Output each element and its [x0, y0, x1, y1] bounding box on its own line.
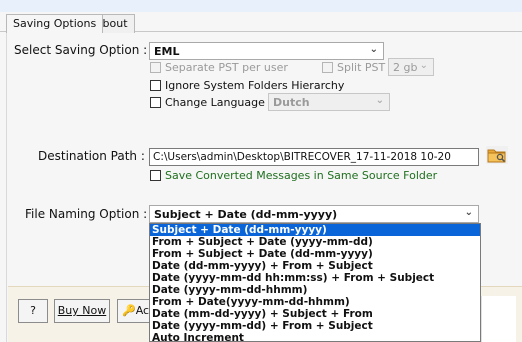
split-size-value: 2 gb	[393, 61, 418, 74]
dropdown-option[interactable]: Date (yyyy-mm-dd-hhmm)	[150, 284, 480, 296]
dropdown-option[interactable]: Subject + Date (dd-mm-yyyy)	[150, 224, 480, 236]
dropdown-option[interactable]: Date (mm-dd-yyyy) + Subject + From	[150, 308, 480, 320]
tab-label: Saving Options	[13, 17, 97, 30]
saving-option-label: Select Saving Option :	[14, 43, 148, 57]
ignore-hierarchy-label: Ignore System Folders Hierarchy	[165, 79, 345, 92]
dropdown-option[interactable]: From + Date(yyyy-mm-dd-hhmm)	[150, 296, 480, 308]
destination-path-input[interactable]: C:\Users\admin\Desktop\BITRECOVER_17-11-…	[149, 148, 479, 166]
dropdown-option[interactable]: Date (yyyy-mm-dd) + From + Subject	[150, 320, 480, 332]
browse-folder-button[interactable]	[486, 146, 508, 164]
split-size-select[interactable]: 2 gb ⌄	[388, 58, 434, 76]
language-value: Dutch	[273, 96, 310, 109]
same-folder-checkbox[interactable]	[150, 170, 161, 181]
language-select[interactable]: Dutch ⌄	[268, 93, 390, 111]
dropdown-option[interactable]: From + Subject + Date (yyyy-mm-dd)	[150, 236, 480, 248]
split-pst-label: Split PST	[337, 61, 386, 74]
dropdown-option[interactable]: Date (dd-mm-yyyy) + From + Subject	[150, 260, 480, 272]
split-pst-checkbox[interactable]	[322, 62, 333, 73]
folder-icon	[487, 149, 506, 163]
chevron-down-icon: ⌄	[375, 95, 384, 106]
chevron-down-icon: ⌄	[419, 60, 428, 71]
change-language-checkbox[interactable]	[150, 97, 161, 108]
separate-pst-checkbox[interactable]	[150, 62, 161, 73]
key-icon: 🔑	[122, 304, 136, 317]
saving-option-value: EML	[154, 45, 180, 58]
side-panel	[481, 296, 516, 342]
separate-pst-label: Separate PST per user	[165, 61, 288, 74]
file-naming-value: Subject + Date (dd-mm-yyyy)	[154, 208, 338, 221]
chevron-down-icon: ⌄	[369, 44, 378, 55]
file-naming-select[interactable]: Subject + Date (dd-mm-yyyy) ⌄	[149, 205, 479, 223]
change-language-label: Change Language	[165, 96, 265, 109]
dropdown-option[interactable]: Date (yyyy-mm-dd hh:mm:ss) + From + Subj…	[150, 272, 480, 284]
chevron-down-icon: ⌄	[464, 207, 473, 218]
help-button[interactable]: ?	[18, 299, 48, 323]
ignore-hierarchy-checkbox[interactable]	[150, 80, 161, 91]
file-naming-dropdown-list[interactable]: Subject + Date (dd-mm-yyyy) From + Subje…	[149, 223, 481, 342]
destination-label: Destination Path :	[38, 149, 145, 163]
dropdown-option[interactable]: From + Subject + Date (dd-mm-yyyy)	[150, 248, 480, 260]
window-top-strip	[0, 0, 522, 12]
tab-saving-options[interactable]: Saving Options	[6, 14, 104, 33]
activate-label: Ac	[135, 304, 150, 317]
buy-now-button[interactable]: Buy Now	[54, 299, 110, 323]
dropdown-option[interactable]: Auto Increment	[150, 332, 480, 341]
file-naming-label: File Naming Option :	[25, 207, 148, 221]
same-folder-label: Save Converted Messages in Same Source F…	[165, 169, 438, 182]
saving-option-select[interactable]: EML ⌄	[149, 42, 384, 60]
